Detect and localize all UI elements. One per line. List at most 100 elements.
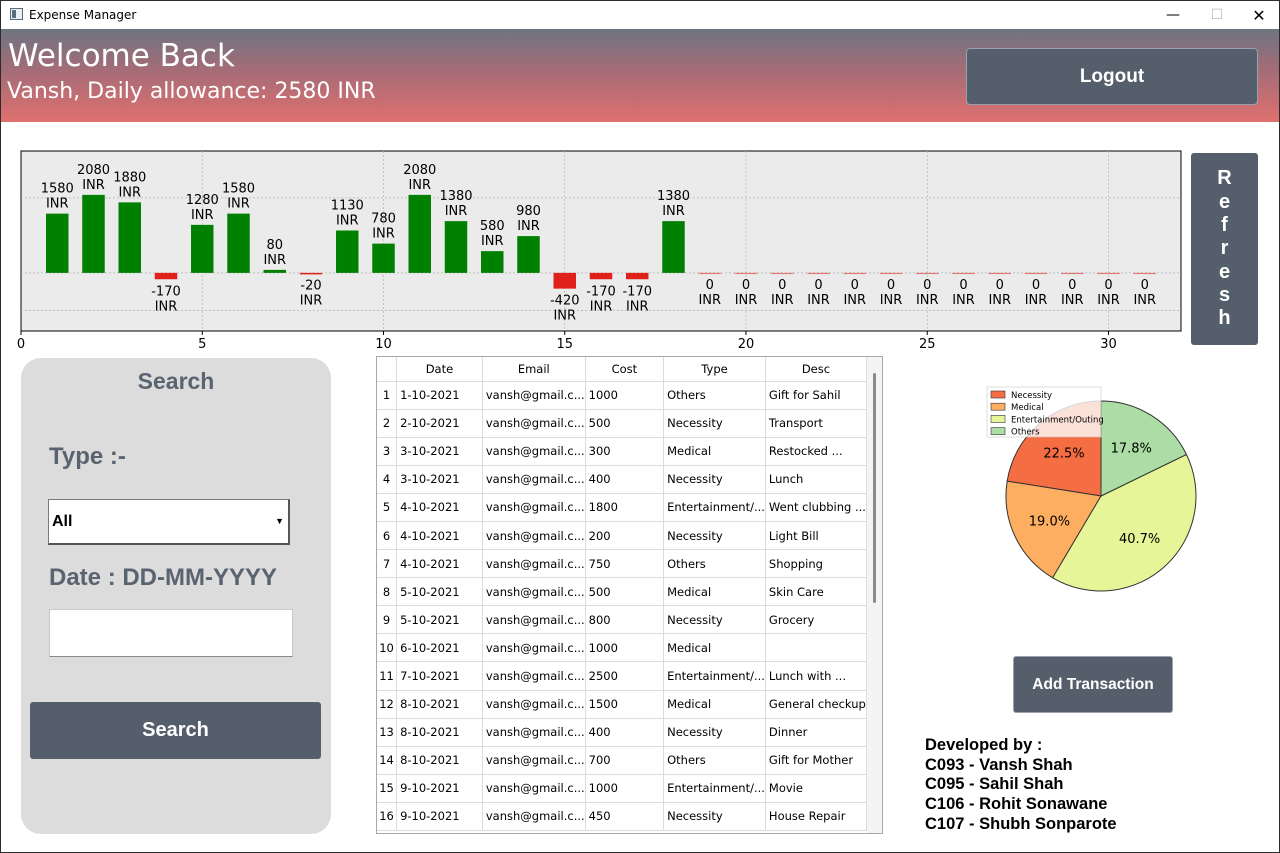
cell-desc[interactable]: Transport — [765, 409, 867, 438]
cell-desc[interactable]: Lunch — [765, 465, 867, 494]
cell-desc[interactable]: General checkup — [765, 690, 867, 719]
cell-cost[interactable]: 750 — [585, 549, 665, 579]
cell-cost[interactable]: 450 — [585, 802, 665, 832]
cell-type[interactable]: Necessity — [663, 718, 766, 747]
cell-cost[interactable]: 1000 — [585, 381, 665, 410]
row-number[interactable]: 12 — [377, 690, 398, 719]
cell-cost[interactable]: 1500 — [585, 690, 665, 719]
cell-email[interactable]: vansh@gmail.c... — [482, 409, 586, 438]
cell-desc[interactable]: Restocked ... — [765, 437, 867, 466]
cell-desc[interactable]: Light Bill — [765, 521, 867, 551]
cell-type[interactable]: Medical — [663, 577, 766, 607]
cell-desc[interactable]: Skin Care — [765, 577, 867, 607]
cell-cost[interactable]: 1800 — [585, 493, 665, 522]
cell-date[interactable]: 4-10-2021 — [396, 493, 483, 522]
cell-cost[interactable]: 200 — [585, 521, 665, 551]
cell-email[interactable]: vansh@gmail.c... — [482, 605, 586, 635]
row-number[interactable]: 9 — [377, 605, 398, 635]
scrollbar-thumb[interactable] — [873, 373, 876, 603]
minimize-button[interactable]: — — [1150, 1, 1196, 29]
cell-type[interactable]: Others — [663, 746, 766, 775]
cell-type[interactable]: Medical — [663, 437, 766, 466]
search-button[interactable]: Search — [30, 702, 321, 759]
cell-desc[interactable]: Went clubbing ... — [765, 493, 867, 522]
cell-cost[interactable]: 2500 — [585, 661, 665, 691]
table-row[interactable]: 15 9-10-2021 vansh@gmail.c... 1000 Entertain… — [377, 774, 867, 803]
table-row[interactable]: 5 4-10-2021 vansh@gmail.c... 1800 Entertainm… — [377, 493, 867, 522]
cell-desc[interactable] — [765, 633, 867, 663]
cell-date[interactable]: 7-10-2021 — [396, 661, 483, 691]
cell-email[interactable]: vansh@gmail.c... — [482, 802, 586, 832]
cell-type[interactable]: Others — [663, 381, 766, 410]
cell-desc[interactable]: House Repair — [765, 802, 867, 832]
table-row[interactable]: 14 8-10-2021 vansh@gmail.c... 700 Others Gift… — [377, 746, 867, 775]
table-row[interactable]: 2 2-10-2021 vansh@gmail.c... 500 Necessity Tr… — [377, 409, 867, 438]
cell-type[interactable]: Necessity — [663, 802, 766, 832]
maximize-button[interactable]: ☐ — [1194, 1, 1240, 29]
cell-date[interactable]: 3-10-2021 — [396, 465, 483, 494]
row-number[interactable]: 11 — [377, 661, 398, 691]
table-row[interactable]: 6 4-10-2021 vansh@gmail.c... 200 Necessity Li… — [377, 521, 867, 551]
cell-email[interactable]: vansh@gmail.c... — [482, 577, 586, 607]
row-number[interactable]: 7 — [377, 549, 398, 579]
refresh-button[interactable]: Refresh — [1191, 153, 1258, 345]
cell-date[interactable]: 5-10-2021 — [396, 605, 483, 635]
cell-type[interactable]: Necessity — [663, 605, 766, 635]
cell-date[interactable]: 5-10-2021 — [396, 577, 483, 607]
cell-date[interactable]: 4-10-2021 — [396, 549, 483, 579]
cell-email[interactable]: vansh@gmail.c... — [482, 549, 586, 579]
row-number[interactable]: 6 — [377, 521, 398, 551]
cell-email[interactable]: vansh@gmail.c... — [482, 774, 586, 803]
table-row[interactable]: 7 4-10-2021 vansh@gmail.c... 750 Others Shopp… — [377, 549, 867, 579]
cell-date[interactable]: 8-10-2021 — [396, 746, 483, 775]
table-row[interactable]: 1 1-10-2021 vansh@gmail.c... 1000 Others Gift… — [377, 381, 867, 410]
cell-desc[interactable]: Grocery — [765, 605, 867, 635]
row-number[interactable]: 14 — [377, 746, 398, 775]
cell-type[interactable]: Entertainment/... — [663, 774, 766, 803]
cell-email[interactable]: vansh@gmail.c... — [482, 381, 586, 410]
cell-cost[interactable]: 500 — [585, 577, 665, 607]
cell-email[interactable]: vansh@gmail.c... — [482, 718, 586, 747]
date-input[interactable] — [49, 609, 293, 657]
cell-type[interactable]: Necessity — [663, 409, 766, 438]
cell-type[interactable]: Medical — [663, 633, 766, 663]
cell-email[interactable]: vansh@gmail.c... — [482, 521, 586, 551]
column-header-email[interactable]: Email — [482, 357, 586, 382]
table-row[interactable]: 4 3-10-2021 vansh@gmail.c... 400 Necessity Lu… — [377, 465, 867, 494]
cell-desc[interactable]: Dinner — [765, 718, 867, 747]
cell-cost[interactable]: 800 — [585, 605, 665, 635]
add-transaction-button[interactable]: Add Transaction — [1013, 656, 1173, 713]
cell-date[interactable]: 9-10-2021 — [396, 774, 483, 803]
cell-date[interactable]: 3-10-2021 — [396, 437, 483, 466]
cell-email[interactable]: vansh@gmail.c... — [482, 661, 586, 691]
row-number[interactable]: 2 — [377, 409, 398, 438]
cell-date[interactable]: 4-10-2021 — [396, 521, 483, 551]
cell-date[interactable]: 1-10-2021 — [396, 381, 483, 410]
cell-cost[interactable]: 1000 — [585, 633, 665, 663]
column-header-date[interactable]: Date — [396, 357, 483, 382]
cell-email[interactable]: vansh@gmail.c... — [482, 493, 586, 522]
cell-cost[interactable]: 700 — [585, 746, 665, 775]
logout-button[interactable]: Logout — [966, 48, 1258, 105]
cell-cost[interactable]: 400 — [585, 718, 665, 747]
cell-cost[interactable]: 400 — [585, 465, 665, 494]
cell-desc[interactable]: Shopping — [765, 549, 867, 579]
table-row[interactable]: 11 7-10-2021 vansh@gmail.c... 2500 Entertain… — [377, 661, 867, 691]
cell-date[interactable]: 6-10-2021 — [396, 633, 483, 663]
cell-date[interactable]: 8-10-2021 — [396, 718, 483, 747]
row-number[interactable]: 13 — [377, 718, 398, 747]
cell-email[interactable]: vansh@gmail.c... — [482, 465, 586, 494]
table-row[interactable]: 9 5-10-2021 vansh@gmail.c... 800 Necessity Gr… — [377, 605, 867, 635]
row-number[interactable]: 4 — [377, 465, 398, 494]
row-number[interactable]: 16 — [377, 802, 398, 832]
cell-date[interactable]: 9-10-2021 — [396, 802, 483, 832]
row-number[interactable]: 1 — [377, 381, 398, 410]
close-button[interactable]: ✕ — [1236, 1, 1279, 29]
row-number[interactable]: 5 — [377, 493, 398, 522]
cell-email[interactable]: vansh@gmail.c... — [482, 633, 586, 663]
row-number[interactable]: 8 — [377, 577, 398, 607]
table-row[interactable]: 10 6-10-2021 vansh@gmail.c... 1000 Medical — [377, 633, 867, 663]
column-header-type[interactable]: Type — [663, 357, 766, 382]
cell-desc[interactable]: Lunch with ... — [765, 661, 867, 691]
cell-cost[interactable]: 300 — [585, 437, 665, 466]
